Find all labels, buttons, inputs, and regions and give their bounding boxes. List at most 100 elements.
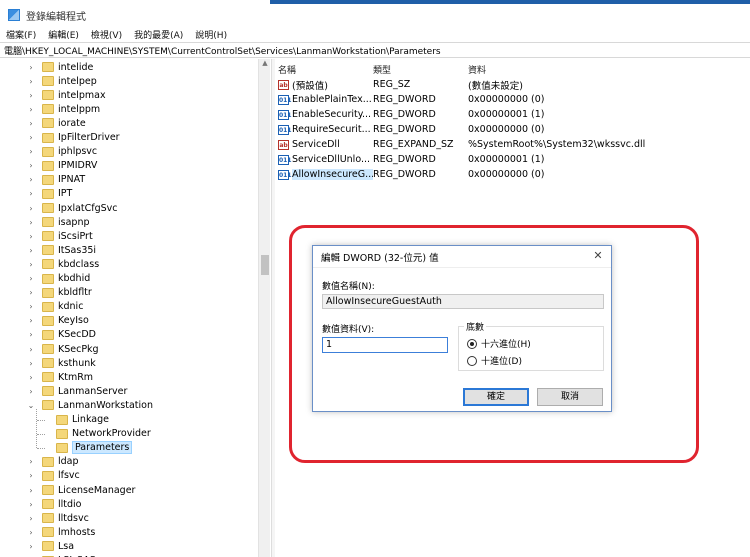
chevron-right-icon[interactable]: › <box>26 204 36 213</box>
tree-item[interactable]: Parameters <box>40 441 133 455</box>
chevron-right-icon[interactable]: › <box>26 246 36 255</box>
tree-item[interactable]: › isapnp <box>26 215 89 229</box>
tree-item[interactable]: › lltdio <box>26 497 81 511</box>
chevron-right-icon[interactable]: › <box>26 457 36 466</box>
tree-item[interactable]: › KeyIso <box>26 314 88 328</box>
chevron-right-icon[interactable]: › <box>26 274 36 283</box>
menu-favorites[interactable]: 我的最愛(A) <box>134 28 183 41</box>
dec-radio-option[interactable]: 十進位(D) <box>467 354 522 367</box>
chevron-right-icon[interactable]: › <box>26 175 36 184</box>
binary-value-icon: 011 <box>278 109 292 120</box>
value-row[interactable]: ab ServiceDll REG_EXPAND_SZ %SystemRoot%\Sy… <box>278 137 750 152</box>
tree-item[interactable]: › intelpmax <box>26 88 106 102</box>
scroll-up-icon[interactable]: ▲ <box>259 59 271 71</box>
column-header-data[interactable]: 資料 <box>468 63 748 76</box>
pane-splitter[interactable] <box>271 59 275 557</box>
hex-radio-icon[interactable] <box>467 338 477 349</box>
value-row[interactable]: 011 EnablePlainTex... REG_DWORD 0x00000000 … <box>278 92 750 107</box>
tree-item[interactable]: › intelide <box>26 60 93 74</box>
chevron-down-icon[interactable]: ⌄ <box>26 401 36 410</box>
tree-scrollbar[interactable]: ▲ <box>258 59 270 557</box>
ok-button[interactable]: 確定 <box>463 388 529 406</box>
tree-item[interactable]: › Lsa <box>26 539 74 553</box>
chevron-right-icon[interactable]: › <box>26 218 36 227</box>
dec-radio-icon[interactable] <box>467 355 477 366</box>
chevron-right-icon[interactable]: › <box>26 302 36 311</box>
chevron-right-icon[interactable]: › <box>26 359 36 368</box>
chevron-right-icon[interactable]: › <box>26 330 36 339</box>
tree-item[interactable]: › kbldfltr <box>26 286 91 300</box>
tree-item[interactable]: › KtmRm <box>26 370 93 384</box>
value-row[interactable]: 011 RequireSecurit... REG_DWORD 0x00000000 … <box>278 122 750 137</box>
chevron-right-icon[interactable]: › <box>26 528 36 537</box>
value-row[interactable]: 011 EnableSecurity... REG_DWORD 0x00000001 … <box>278 107 750 122</box>
chevron-right-icon[interactable]: › <box>26 373 36 382</box>
tree-item[interactable]: › LicenseManager <box>26 483 135 497</box>
menu-edit[interactable]: 編輯(E) <box>48 28 79 41</box>
tree-item[interactable]: ⌄ LanmanWorkstation <box>26 398 153 412</box>
chevron-right-icon[interactable]: › <box>26 514 36 523</box>
value-row[interactable]: ab (預設值) REG_SZ (數值未設定) <box>278 77 750 92</box>
tree-item[interactable]: › KSecPkg <box>26 342 98 356</box>
chevron-right-icon[interactable]: › <box>26 189 36 198</box>
column-header-name[interactable]: 名稱 <box>278 63 373 76</box>
column-header-type[interactable]: 類型 <box>373 63 468 76</box>
tree-item[interactable]: › intelppm <box>26 102 100 116</box>
folder-icon <box>42 456 54 467</box>
tree-item-label: intelpmax <box>58 89 106 101</box>
tree-item[interactable]: › kbdhid <box>26 272 90 286</box>
chevron-right-icon[interactable]: › <box>26 63 36 72</box>
chevron-right-icon[interactable]: › <box>26 232 36 241</box>
tree-item[interactable]: › iphlpsvc <box>26 145 97 159</box>
chevron-right-icon[interactable]: › <box>26 91 36 100</box>
chevron-right-icon[interactable]: › <box>26 147 36 156</box>
tree-item[interactable]: › lmhosts <box>26 525 95 539</box>
tree-item[interactable]: › kbdclass <box>26 257 99 271</box>
chevron-right-icon[interactable]: › <box>26 500 36 509</box>
chevron-right-icon[interactable]: › <box>26 105 36 114</box>
chevron-right-icon[interactable]: › <box>26 288 36 297</box>
tree-item[interactable]: › ksthunk <box>26 356 95 370</box>
cancel-button[interactable]: 取消 <box>537 388 603 406</box>
tree-item[interactable]: › IPMIDRV <box>26 159 97 173</box>
chevron-right-icon[interactable]: › <box>26 316 36 325</box>
chevron-right-icon[interactable]: › <box>26 345 36 354</box>
tree-item[interactable]: Linkage <box>40 413 109 427</box>
menu-file[interactable]: 檔案(F) <box>6 28 36 41</box>
tree-item[interactable]: › ldap <box>26 455 78 469</box>
chevron-right-icon[interactable]: › <box>26 542 36 551</box>
tree-item[interactable]: › iScsiPrt <box>26 229 92 243</box>
chevron-right-icon[interactable]: › <box>26 471 36 480</box>
tree-item[interactable]: NetworkProvider <box>40 427 151 441</box>
chevron-right-icon[interactable]: › <box>26 260 36 269</box>
chevron-right-icon[interactable]: › <box>26 133 36 142</box>
chevron-right-icon[interactable]: › <box>26 486 36 495</box>
hex-radio-option[interactable]: 十六進位(H) <box>467 337 531 350</box>
value-row[interactable]: 011 AllowInsecureG... REG_DWORD 0x00000000 … <box>278 167 750 182</box>
chevron-right-icon[interactable]: › <box>26 77 36 86</box>
chevron-right-icon[interactable]: › <box>26 119 36 128</box>
value-row[interactable]: 011 ServiceDllUnlo... REG_DWORD 0x00000001 … <box>278 152 750 167</box>
menu-help[interactable]: 說明(H) <box>195 28 227 41</box>
tree-item[interactable]: › IPT <box>26 187 72 201</box>
chevron-right-icon[interactable]: › <box>26 161 36 170</box>
tree-item[interactable]: › ItSas35i <box>26 243 96 257</box>
value-data-input[interactable]: 1 <box>322 337 448 353</box>
tree-item[interactable]: › kdnic <box>26 300 83 314</box>
tree-item[interactable]: › lltdsvc <box>26 511 88 525</box>
menu-view[interactable]: 檢視(V) <box>91 28 122 41</box>
tree-item[interactable]: › iorate <box>26 116 85 130</box>
scroll-thumb[interactable] <box>261 255 269 275</box>
tree-item[interactable]: › lfsvc <box>26 469 79 483</box>
string-value-icon: ab <box>278 139 289 150</box>
tree-item[interactable]: › IpFilterDriver <box>26 131 119 145</box>
address-bar[interactable]: 電腦\HKEY_LOCAL_MACHINE\SYSTEM\CurrentCont… <box>0 42 750 58</box>
chevron-right-icon[interactable]: › <box>26 387 36 396</box>
tree-item[interactable]: › LanmanServer <box>26 384 127 398</box>
close-icon[interactable]: ✕ <box>591 249 605 263</box>
tree-item[interactable]: › IpxlatCfgSvc <box>26 201 117 215</box>
tree-item[interactable]: ›LSI_SAS <box>26 554 96 557</box>
tree-item[interactable]: › intelpep <box>26 74 96 88</box>
tree-item[interactable]: › IPNAT <box>26 173 85 187</box>
tree-item[interactable]: › KSecDD <box>26 328 96 342</box>
